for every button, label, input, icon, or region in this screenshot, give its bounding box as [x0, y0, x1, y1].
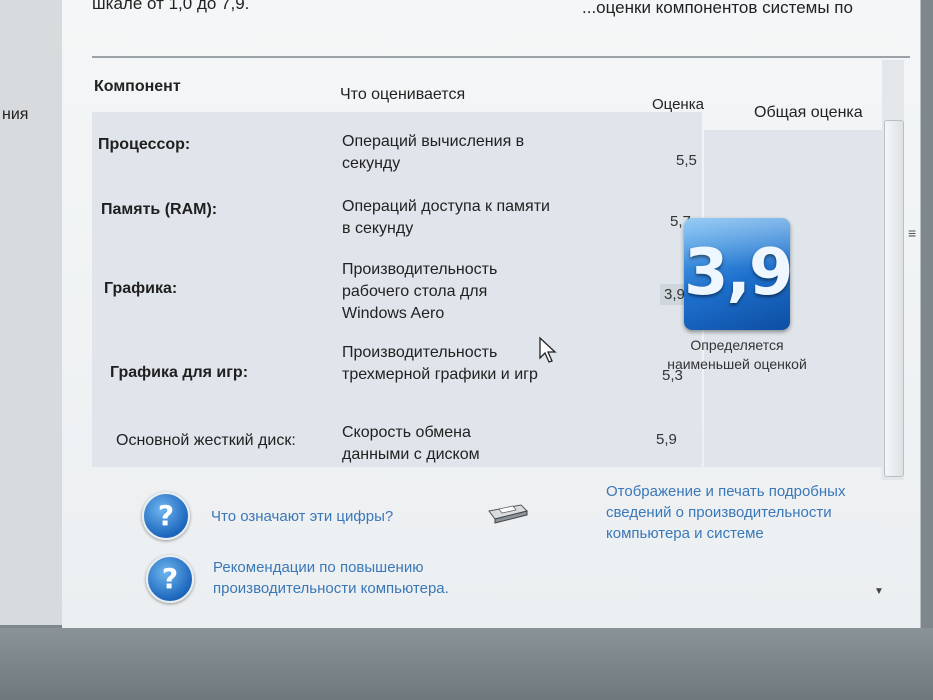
left-navigation-pane: ния — [0, 0, 62, 625]
link-recommendations[interactable]: Рекомендации по повышению производительн… — [213, 557, 513, 599]
link-what-numbers[interactable]: Что означают эти цифры? — [211, 506, 393, 527]
mouse-cursor-icon — [539, 336, 557, 363]
row-graphics-component: Графика: — [104, 280, 178, 297]
row-processor-component: Процессор: — [98, 136, 191, 153]
help-question-icon[interactable]: ? — [146, 555, 194, 603]
row-memory-component: Память (RAM): — [101, 201, 218, 218]
row-graphics-desc: Производительность рабочего стола для Wi… — [342, 261, 498, 322]
header-separator — [92, 56, 910, 58]
intro-text-right: ...оценки компонентов системы по — [582, 0, 853, 17]
header-score: Оценка — [652, 96, 704, 113]
scrollbar-thumb[interactable] — [884, 120, 904, 477]
row-gaming-graphics-desc: Производительность трехмерной графики и … — [342, 344, 538, 383]
header-component: Компонент — [94, 78, 181, 95]
row-gaming-graphics-component: Графика для игр: — [110, 364, 249, 381]
row-disk-desc: Скорость обмена данными с диском — [342, 424, 480, 463]
printer-icon[interactable] — [481, 497, 531, 527]
intro-text-left: шкале от 1,0 до 7,9. — [92, 0, 250, 13]
desktop-background — [0, 628, 933, 700]
row-memory-desc: Операций доступа к памяти в секунду — [342, 198, 550, 237]
row-processor-score: 5,5 — [676, 152, 697, 169]
base-score-value: 3,9 — [684, 236, 790, 310]
row-processor-desc: Операций вычисления в секунду — [342, 133, 525, 172]
row-disk-component: Основной жесткий диск: — [116, 432, 296, 449]
header-what: Что оценивается — [340, 86, 466, 103]
scrollbar-grip-icon: ≡ — [908, 225, 917, 241]
help-question-icon[interactable]: ? — [142, 492, 190, 540]
base-score-badge: 3,9 — [684, 218, 790, 330]
link-print-details[interactable]: Отображение и печать подробных сведений … — [606, 481, 866, 544]
scroll-down-arrow-icon[interactable]: ▼ — [874, 586, 884, 597]
left-pane-label[interactable]: ния — [2, 106, 28, 124]
base-score-note: Определяется наименьшей оценкой — [667, 337, 807, 372]
header-total: Общая оценка — [754, 104, 863, 121]
row-disk-score: 5,9 — [656, 431, 677, 448]
